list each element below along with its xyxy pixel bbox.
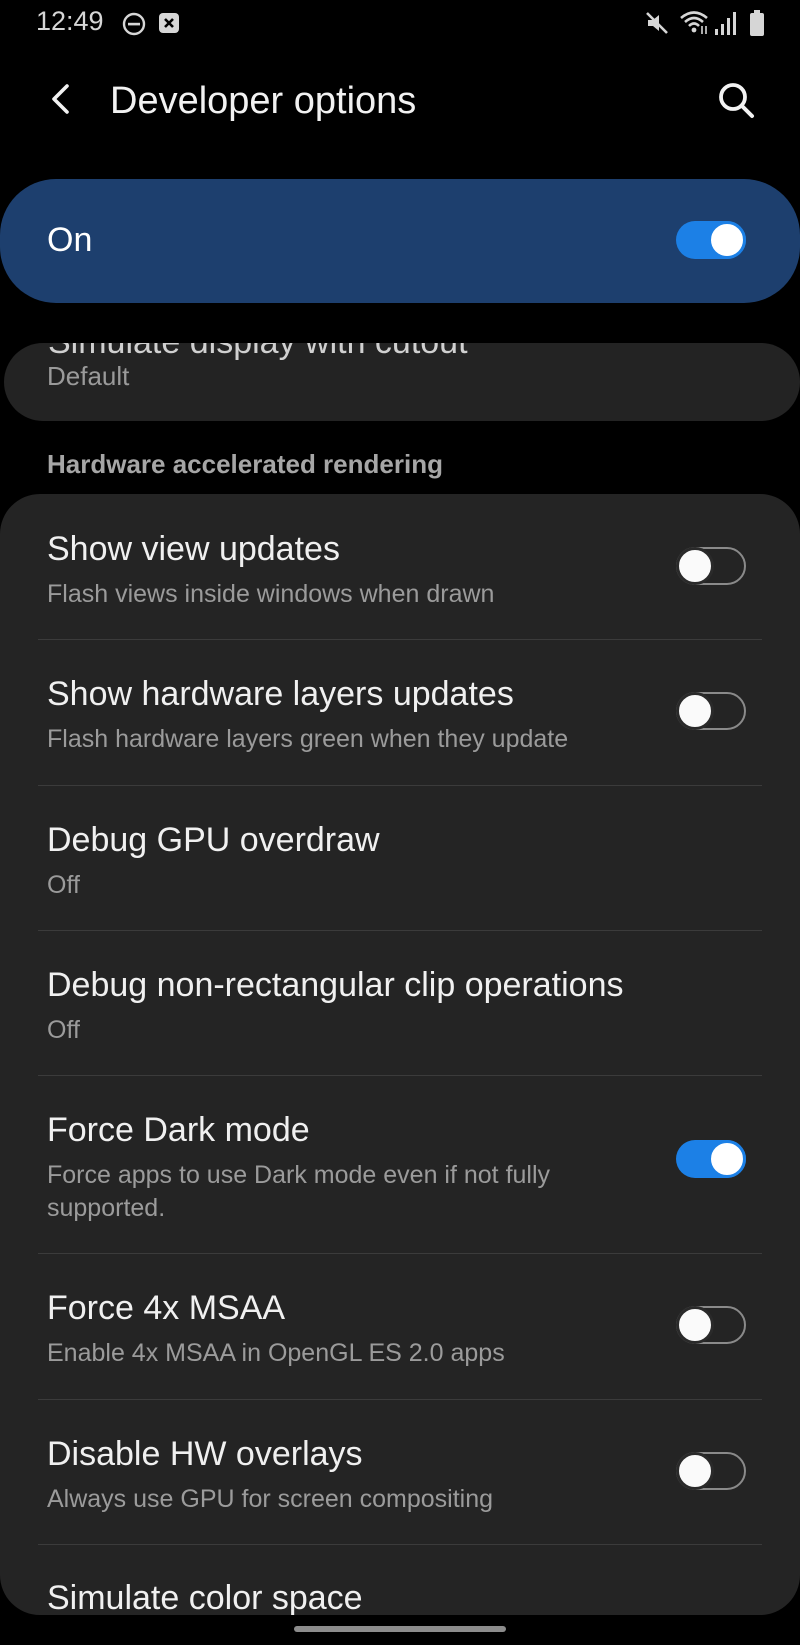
setting-debug-gpu-overdraw[interactable]: Debug GPU overdraw Off (0, 786, 800, 931)
setting-title: Force 4x MSAA (47, 1289, 286, 1327)
search-icon (719, 83, 754, 118)
status-bar: 12:49 (0, 0, 800, 48)
toggle-thumb (676, 692, 714, 730)
disable-hw-overlays-toggle[interactable] (676, 1452, 748, 1492)
setting-title: Simulate color space (47, 1579, 363, 1615)
mute-icon (646, 12, 668, 34)
force-4x-msaa-toggle[interactable] (676, 1306, 748, 1346)
wifi-icon (680, 11, 708, 34)
setting-title: Disable HW overlays (47, 1435, 363, 1473)
toggle-thumb (676, 1452, 714, 1490)
setting-title: Simulate display with cutout (48, 343, 468, 362)
navigation-handle[interactable] (294, 1626, 506, 1632)
setting-force-4x-msaa[interactable]: Force 4x MSAA Enable 4x MSAA in OpenGL E… (0, 1254, 800, 1399)
setting-title: Show hardware layers updates (47, 675, 514, 713)
notification-icon (159, 13, 179, 33)
setting-summary: Off (47, 871, 80, 899)
page-title: Developer options (110, 80, 417, 122)
force-dark-mode-toggle[interactable] (676, 1140, 748, 1180)
setting-disable-hw-overlays[interactable]: Disable HW overlays Always use GPU for s… (0, 1400, 800, 1545)
status-time: 12:49 (36, 6, 104, 36)
toggle-thumb (676, 1306, 714, 1344)
app-bar: Developer options (0, 56, 800, 146)
setting-debug-non-rect-clip[interactable]: Debug non-rectangular clip operations Of… (0, 931, 800, 1076)
setting-simulate-display-cutout[interactable]: Simulate display with cutout Default (4, 343, 800, 421)
setting-show-view-updates[interactable]: Show view updates Flash views inside win… (0, 494, 800, 639)
setting-summary: Force apps to use Dark mode even if not … (47, 1161, 551, 1222)
setting-title: Debug GPU overdraw (47, 821, 380, 859)
setting-summary: Flash views inside windows when drawn (47, 580, 495, 608)
toggle-thumb (676, 547, 714, 585)
setting-simulate-color-space[interactable]: Simulate color space (0, 1545, 800, 1615)
chevron-left-icon (52, 84, 69, 114)
setting-title: Force Dark mode (47, 1111, 310, 1149)
toggle-thumb (708, 1140, 746, 1178)
master-toggle[interactable] (676, 221, 748, 261)
setting-force-dark-mode[interactable]: Force Dark mode Force apps to use Dark m… (0, 1076, 800, 1254)
master-switch-card[interactable]: On (0, 179, 800, 303)
setting-summary: Off (47, 1016, 80, 1044)
setting-summary: Enable 4x MSAA in OpenGL ES 2.0 apps (47, 1339, 505, 1367)
setting-summary: Default (47, 361, 130, 391)
setting-summary: Always use GPU for screen compositing (47, 1485, 494, 1513)
search-button[interactable] (712, 76, 762, 126)
back-button[interactable] (40, 76, 86, 122)
dnd-icon (122, 12, 146, 36)
setting-title: Show view updates (47, 530, 340, 568)
section-header: Hardware accelerated rendering (47, 449, 443, 479)
signal-icon (715, 12, 736, 35)
toggle-thumb (708, 221, 746, 259)
setting-show-hardware-layers-updates[interactable]: Show hardware layers updates Flash hardw… (0, 640, 800, 785)
show-hardware-layers-toggle[interactable] (676, 692, 748, 732)
show-view-updates-toggle[interactable] (676, 547, 748, 587)
settings-card: Show view updates Flash views inside win… (0, 494, 800, 1615)
battery-icon (750, 10, 764, 36)
setting-title: Debug non-rectangular clip operations (47, 966, 624, 1004)
setting-summary: Flash hardware layers green when they up… (47, 725, 569, 753)
master-switch-label: On (47, 221, 93, 259)
